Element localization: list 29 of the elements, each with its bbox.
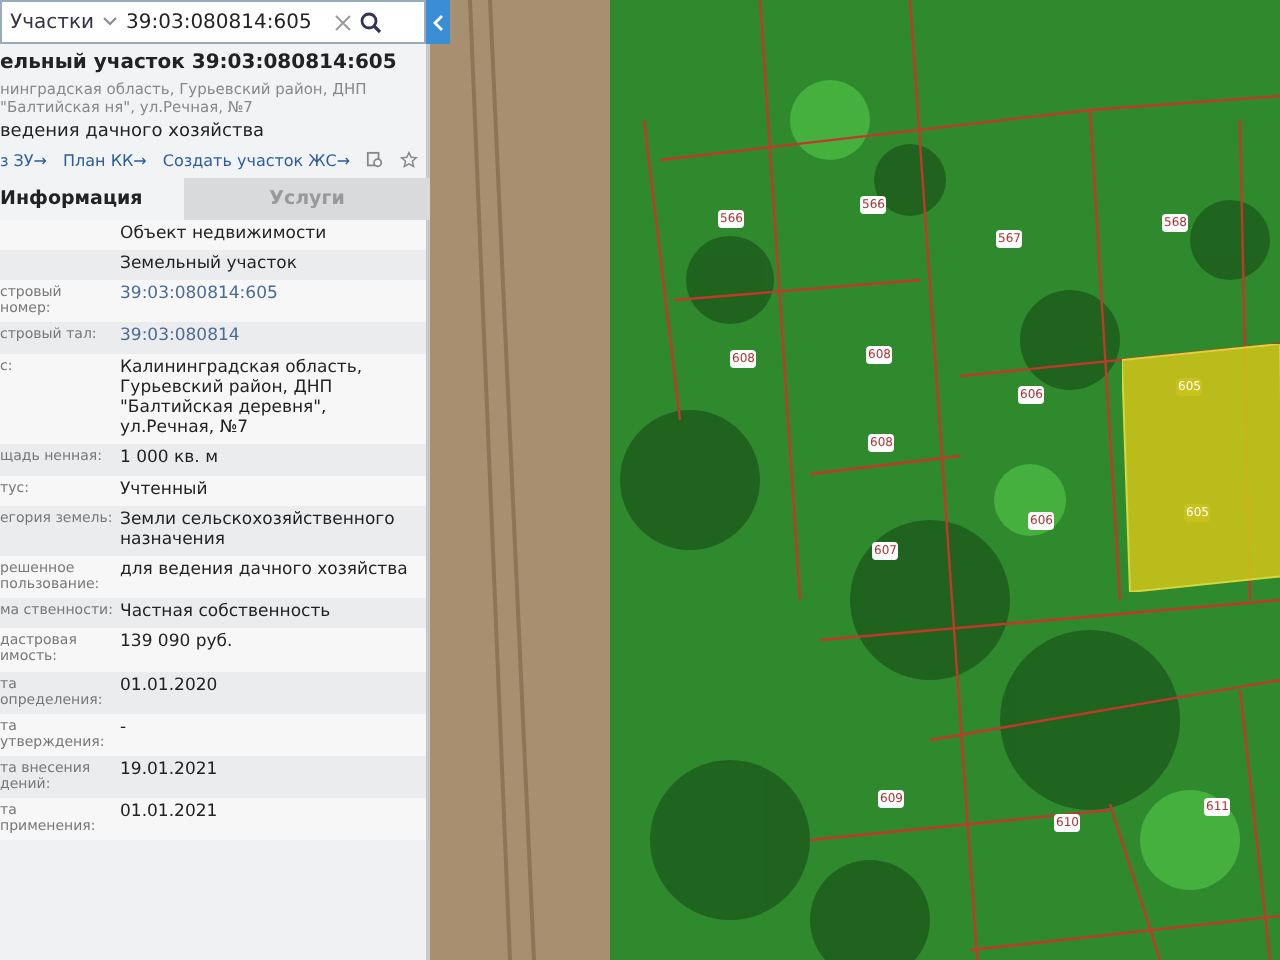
- field-value: 1 000 кв. м: [120, 448, 220, 470]
- field-value: 139 090 руб.: [120, 632, 235, 657]
- close-icon[interactable]: [334, 13, 352, 31]
- tab[interactable]: Информация: [0, 178, 184, 220]
- field-value: Земли сельскохозяйственного назначения: [120, 509, 397, 551]
- field-value: Учтенный: [120, 479, 210, 500]
- value-link[interactable]: 39:03:080814: [120, 326, 420, 348]
- action-link[interactable]: Создать участок ЖС→: [162, 151, 351, 169]
- field-value: Земельный участок: [120, 254, 299, 275]
- search-icon[interactable]: [360, 11, 382, 33]
- field-value: 01.01.2020: [120, 675, 220, 700]
- caret-icon: [102, 16, 118, 28]
- field-value: 19.01.2021: [120, 759, 220, 784]
- value-link[interactable]: 39:03:080814:605: [120, 284, 420, 317]
- field-value: для ведения дачного хозяйства: [120, 560, 410, 585]
- chevron-left-icon: [432, 13, 444, 31]
- parcel-title: ельный участок 39:03:080814:605: [0, 52, 399, 74]
- field-value: Калининградская область, Гурьевский район, ДНП "Балтийская деревня", ул.Речная, №7: [120, 357, 365, 439]
- parcel-purpose: ведения дачного хозяйства: [0, 122, 267, 142]
- action-link[interactable]: з ЗУ→: [0, 151, 48, 169]
- field-value: Объект недвижимости: [120, 224, 329, 245]
- field-value: -: [120, 717, 129, 742]
- star-icon[interactable]: [400, 150, 418, 170]
- collapse-button[interactable]: [426, 0, 450, 44]
- document-search-icon[interactable]: [366, 150, 385, 170]
- field-value: 01.01.2021: [120, 801, 220, 826]
- category-dropdown[interactable]: Участки: [10, 11, 94, 33]
- field-value: Частная собственность: [120, 602, 333, 623]
- action-link[interactable]: План КК→: [63, 151, 147, 169]
